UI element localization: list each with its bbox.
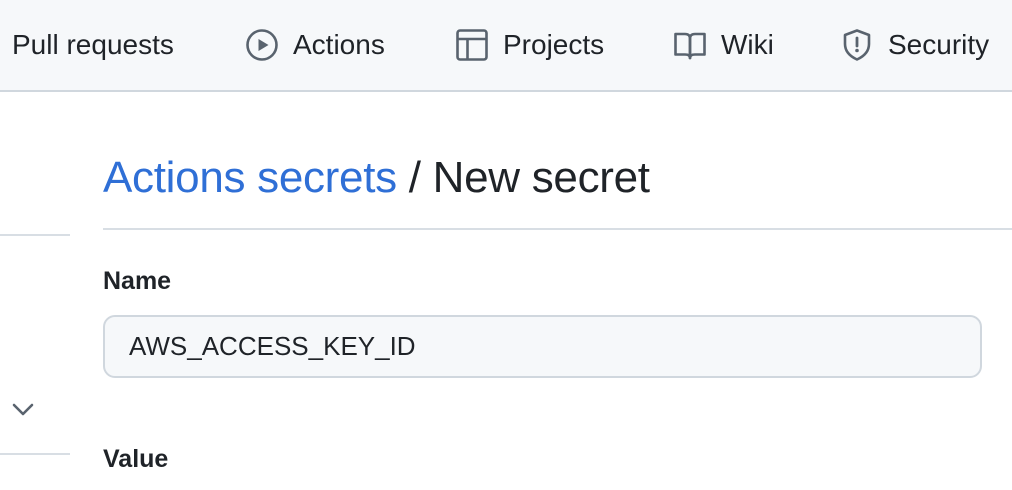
nav-security-label: Security (888, 29, 990, 60)
value-label: Value (103, 445, 169, 473)
breadcrumb-separator: / (408, 153, 421, 202)
breadcrumb-current: New secret (432, 153, 650, 202)
nav-security[interactable]: Security (840, 0, 989, 90)
nav-wiki[interactable]: Wiki (673, 0, 774, 90)
nav-projects[interactable]: Projects (455, 0, 604, 90)
page-title: Actions secrets / New secret (103, 150, 650, 206)
shield-icon (840, 28, 874, 62)
nav-projects-label: Projects (503, 29, 605, 60)
sidebar-divider (0, 234, 70, 236)
book-icon (673, 28, 707, 62)
table-icon (455, 28, 489, 62)
breadcrumb-actions-secrets-link[interactable]: Actions secrets (103, 153, 397, 202)
play-circle-icon (245, 28, 279, 62)
chevron-down-icon[interactable] (10, 396, 36, 422)
heading-divider (103, 228, 1012, 230)
nav-wiki-label: Wiki (721, 29, 774, 60)
nav-pull-requests-label: Pull requests (12, 29, 174, 60)
nav-pull-requests[interactable]: Pull requests (12, 0, 174, 90)
repo-nav-bar: Pull requests Actions Projects Wiki Secu… (0, 0, 1012, 92)
name-label: Name (103, 267, 172, 295)
nav-actions[interactable]: Actions (245, 0, 385, 90)
nav-actions-label: Actions (293, 29, 385, 60)
sidebar-divider (0, 453, 70, 455)
secret-name-input[interactable] (103, 315, 982, 378)
